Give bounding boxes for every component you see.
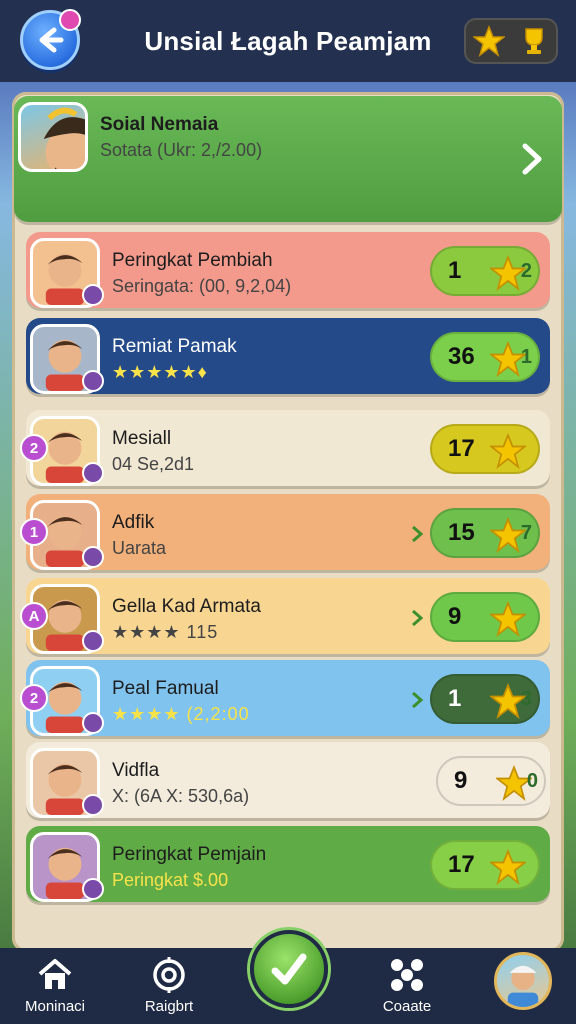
confirm-button[interactable]: [250, 930, 328, 1008]
page-title: Unsial Łagah Peamjam: [144, 25, 432, 56]
score-pill[interactable]: 15 7: [430, 508, 540, 558]
score-suffix: 0: [526, 770, 538, 792]
target-icon: [153, 957, 185, 993]
leaderboard-row[interactable]: Peringkat Pembiah Seringata: (00, 9,2,04…: [26, 232, 550, 308]
home-icon: [38, 959, 72, 989]
player-name: Gella Kad Armata: [112, 596, 261, 617]
nav-home[interactable]: Moninaci: [10, 956, 100, 1020]
featured-card[interactable]: Soial Nemaia Sotata (Ukr: 2,/2.00): [14, 96, 562, 222]
score-value: 17: [448, 851, 475, 878]
score-pill[interactable]: 9: [430, 592, 540, 642]
featured-name: Soial Nemaia: [100, 114, 219, 135]
level-badge: [82, 878, 104, 900]
leaderboard-row[interactable]: Vidfla X: (6A X: 530,6a) 9 0: [26, 742, 550, 818]
nav-target[interactable]: Raigbrt: [124, 956, 214, 1020]
score-pill[interactable]: 1 3: [430, 674, 540, 724]
score-value: 1: [448, 257, 462, 284]
level-badge: [82, 284, 104, 306]
level-badge: [82, 462, 104, 484]
chevron-right-icon[interactable]: [520, 142, 544, 176]
profile-avatar[interactable]: [494, 952, 552, 1010]
score-suffix: 3: [520, 688, 532, 710]
rank-badge: 1: [20, 518, 48, 546]
level-badge: [82, 370, 104, 392]
score-pill[interactable]: 9 0: [436, 756, 546, 806]
player-stat: X: (6A X: 530,6a): [112, 786, 250, 806]
score-pill[interactable]: 36 1: [430, 332, 540, 382]
leaderboard-panel: Soial Nemaia Sotata (Ukr: 2,/2.00) Perin…: [12, 92, 564, 952]
score-suffix: 7: [520, 522, 532, 544]
player-stat: 04 Se,2d1: [112, 454, 195, 474]
player-name: Peal Famual: [112, 678, 219, 699]
nav-home-label: Moninaci: [24, 998, 86, 1015]
rank-badge: 2: [20, 684, 48, 712]
star-icon: [490, 433, 526, 469]
leaderboard-row[interactable]: 2 Mesiall 04 Se,2d1 17: [20, 410, 550, 486]
level-badge: [82, 712, 104, 734]
nav-create-label: Coaate: [382, 998, 432, 1015]
leaderboard-row[interactable]: 2 Peal Famual ★★★★ (2,2:00 1 3: [20, 660, 550, 736]
leaderboard-row[interactable]: A Gella Kad Armata ★★★★ 115 9: [20, 578, 550, 654]
chevron-right-icon: [412, 609, 424, 627]
player-name: Adfik: [112, 512, 155, 533]
score-value: 9: [454, 767, 468, 794]
player-name: Vidfla: [112, 760, 160, 781]
checkmark-icon: [271, 953, 307, 985]
player-name: Mesiall: [112, 428, 172, 449]
player-stat: ★★★★ (2,2:00: [112, 704, 250, 724]
top-icon-group[interactable]: [464, 18, 558, 64]
player-name: Peringkat Pemjain: [112, 844, 267, 865]
score-value: 15: [448, 519, 475, 546]
leaderboard-row[interactable]: Peringkat Pemjain Peringkat $.00 17: [26, 826, 550, 902]
player-stat: Uarata: [112, 538, 167, 558]
score-value: 1: [448, 685, 462, 712]
score-value: 9: [448, 603, 462, 630]
player-name: Peringkat Pembiah: [112, 250, 273, 271]
leaderboard-row[interactable]: Remiat Pamak ★★★★★♦ 36 1: [26, 318, 550, 394]
leaderboard-row[interactable]: 1 Adfik Uarata 15 7: [20, 494, 550, 570]
star-icon: [490, 601, 526, 637]
hero-portrait-icon: [43, 107, 85, 169]
notification-dot: [59, 9, 81, 31]
player-stat: ★★★★★♦: [112, 362, 208, 382]
chevron-right-icon: [412, 691, 424, 709]
score-value: 36: [448, 343, 475, 370]
score-pill[interactable]: 1 2: [430, 246, 540, 296]
nav-target-label: Raigbrt: [144, 998, 194, 1015]
rank-badge: A: [20, 602, 48, 630]
level-badge: [82, 630, 104, 652]
rank-badge: 2: [20, 434, 48, 462]
score-pill[interactable]: 17: [430, 424, 540, 474]
trophy-icon[interactable]: [518, 25, 550, 57]
player-stat: Peringkat $.00: [112, 870, 229, 890]
player-stat: Seringata: (00, 9,2,04): [112, 276, 292, 296]
user-avatar-icon: [507, 965, 539, 1007]
chevron-right-icon: [412, 525, 424, 543]
featured-subtitle: Sotata (Ukr: 2,/2.00): [100, 140, 263, 160]
featured-avatar: [18, 102, 88, 172]
nav-create[interactable]: Coaate: [362, 956, 452, 1020]
player-name: Remiat Pamak: [112, 336, 237, 357]
score-suffix: 1: [520, 346, 532, 368]
star-icon: [490, 849, 526, 885]
back-button[interactable]: [20, 9, 81, 70]
score-value: 17: [448, 435, 475, 462]
top-bar: Unsial Łagah Peamjam: [0, 0, 576, 82]
score-pill[interactable]: 17: [430, 840, 540, 890]
player-stat: ★★★★ 115: [112, 622, 219, 642]
arrow-left-icon: [39, 27, 64, 53]
gameplay-icon: [391, 959, 423, 991]
level-badge: [82, 794, 104, 816]
level-badge: [82, 546, 104, 568]
score-suffix: 2: [520, 260, 532, 282]
star-icon[interactable]: [472, 25, 505, 57]
